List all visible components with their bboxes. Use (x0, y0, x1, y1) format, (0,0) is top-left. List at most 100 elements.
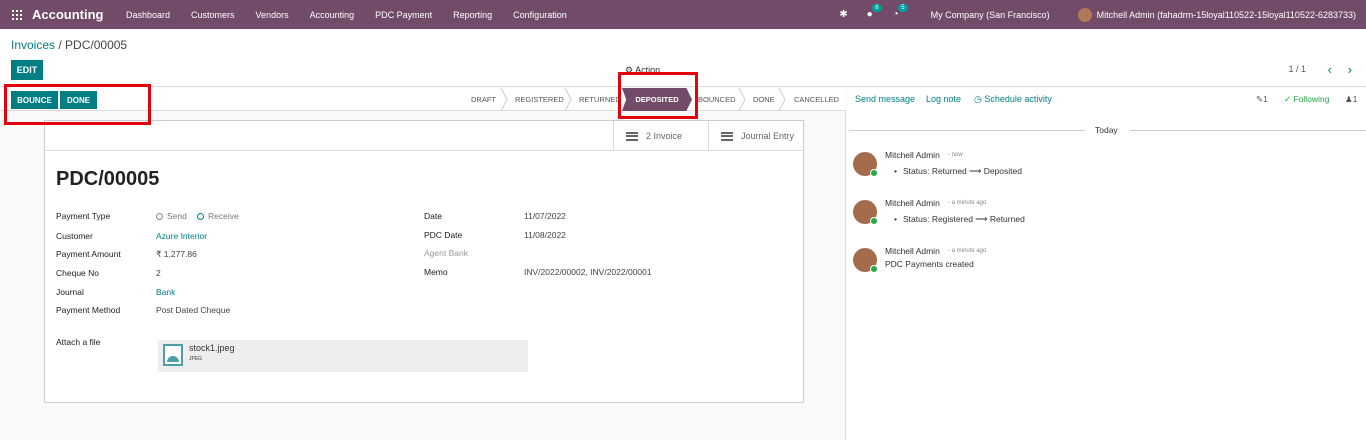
message-author[interactable]: Mitchell Admin (885, 246, 940, 256)
user-menu[interactable]: Mitchell Admin (fahadrm-15loyal110522-15… (1097, 10, 1356, 20)
breadcrumb: Invoices / PDC/00005 (11, 38, 127, 52)
stage-separator-icon (500, 88, 508, 111)
radio-send[interactable]: Send (156, 211, 187, 221)
divider-line (849, 130, 1085, 131)
pager-previous-icon[interactable]: ‹ (1328, 62, 1332, 77)
date-divider: Today (847, 125, 1366, 135)
cheque-no-value: 2 (156, 268, 161, 278)
form-view: BOUNCE DONE DRAFT REGISTERED RETURNED DE… (0, 72, 846, 440)
send-message-button[interactable]: Send message (855, 94, 915, 104)
online-status-icon (870, 217, 878, 225)
stage-separator-icon (778, 88, 786, 111)
stage-done[interactable]: DONE (753, 88, 775, 111)
user-avatar[interactable] (1077, 7, 1092, 22)
radio-send-label: Send (167, 211, 187, 221)
payment-type-label: Payment Type (56, 211, 111, 221)
author-avatar[interactable] (853, 200, 878, 225)
followers-count: 1 (1352, 94, 1358, 104)
top-navbar: Accounting Dashboard Customers Vendors A… (0, 0, 1366, 29)
message-author[interactable]: Mitchell Admin (885, 150, 940, 160)
list-icon (721, 131, 733, 141)
app-brand[interactable]: Accounting (32, 7, 104, 22)
attachment-filename[interactable]: stock1.jpeg (189, 343, 235, 353)
invoice-label: Invoice (653, 131, 683, 141)
radio-receive-label: Receive (208, 211, 239, 221)
apps-menu-icon[interactable] (12, 9, 22, 20)
stage-cancelled[interactable]: CANCELLED (794, 88, 839, 111)
menu-dashboard[interactable]: Dashboard (116, 10, 181, 20)
record-title: PDC/00005 (56, 168, 160, 190)
menu-customers[interactable]: Customers (181, 10, 246, 20)
pdc-date-label: PDC Date (424, 230, 463, 240)
attachment-type: JPEG (189, 356, 203, 362)
stage-bounced[interactable]: BOUNCED (698, 88, 736, 111)
journal-value[interactable]: Bank (156, 287, 175, 297)
radio-receive[interactable]: Receive (197, 211, 239, 221)
clock-icon: ◷ (974, 94, 985, 104)
author-avatar[interactable] (853, 152, 878, 177)
message-author[interactable]: Mitchell Admin (885, 198, 940, 208)
payment-method-label: Payment Method (56, 305, 121, 315)
memo-label: Memo (424, 267, 448, 277)
activities-icon[interactable]: ◔ 5 (891, 3, 908, 20)
following-label: Following (1293, 94, 1330, 104)
chatter-message: Mitchell Admin - now Status: Returned ⟶ … (847, 150, 1366, 190)
payment-amount-value: ₹ 1,277.86 (156, 249, 197, 259)
invoice-smart-button[interactable]: 2 Invoice (613, 121, 708, 151)
followers-counter[interactable]: ♟1 (1345, 94, 1357, 105)
attach-file-label: Attach a file (56, 337, 101, 347)
following-button[interactable]: ✓ Following (1284, 94, 1329, 105)
messages-icon[interactable]: ● 6 (865, 3, 882, 20)
debug-bug-icon[interactable]: ✱ (839, 9, 849, 20)
breadcrumb-separator: / (55, 38, 66, 52)
breadcrumb-invoices[interactable]: Invoices (11, 38, 55, 52)
journal-entry-smart-button[interactable]: Journal Entry (708, 121, 803, 151)
pager-next-icon[interactable]: › (1348, 62, 1352, 77)
menu-pdc-payment[interactable]: PDC Payment (365, 10, 443, 20)
person-icon: ♟ (1345, 94, 1353, 104)
edit-button[interactable]: EDIT (11, 60, 43, 80)
pager-value[interactable]: 1 / 1 (1288, 64, 1306, 74)
menu-configuration[interactable]: Configuration (503, 10, 578, 20)
online-status-icon (870, 265, 878, 273)
stage-separator-icon (738, 88, 746, 111)
pdc-date-value: 11/08/2022 (524, 230, 566, 240)
schedule-activity-label: Schedule activity (984, 94, 1052, 104)
schedule-activity-button[interactable]: ◷ Schedule activity (974, 94, 1052, 105)
online-status-icon (870, 169, 878, 177)
radio-send-icon[interactable] (156, 213, 163, 220)
menu-reporting[interactable]: Reporting (443, 10, 503, 20)
agent-bank-label: Agent Bank (424, 248, 468, 258)
image-file-icon (163, 344, 183, 366)
stage-registered[interactable]: REGISTERED (515, 88, 564, 111)
message-body: PDC Payments created (885, 259, 974, 269)
customer-label: Customer (56, 231, 93, 241)
log-note-button[interactable]: Log note (926, 94, 961, 104)
menu-accounting[interactable]: Accounting (299, 10, 365, 20)
breadcrumb-current: PDC/00005 (65, 38, 128, 52)
company-switcher[interactable]: My Company (San Francisco) (931, 10, 1050, 20)
author-avatar[interactable] (853, 248, 878, 273)
attachment-card[interactable]: stock1.jpeg JPEG (158, 340, 528, 372)
messages-badge: 6 (872, 3, 882, 12)
chatter-topbar: Send message Log note ◷ Schedule activit… (847, 88, 1366, 112)
date-value: 11/07/2022 (524, 211, 566, 221)
attachments-counter[interactable]: ✎1 (1256, 94, 1268, 105)
radio-receive-icon[interactable] (197, 213, 204, 220)
activities-badge: 5 (898, 3, 908, 12)
attachments-count: 1 (1263, 94, 1268, 104)
date-label: Date (424, 211, 442, 221)
payment-amount-label: Payment Amount (56, 249, 121, 259)
stage-draft[interactable]: DRAFT (471, 88, 496, 111)
customer-value[interactable]: Azure Interior (156, 231, 207, 241)
stage-returned[interactable]: RETURNED (579, 88, 621, 111)
highlight-box (4, 84, 151, 125)
message-time: - now (948, 152, 963, 158)
message-time: - a minute ago (948, 200, 987, 206)
message-body: Status: Returned ⟶ Deposited (894, 166, 1022, 177)
divider-line (1130, 130, 1366, 131)
smart-buttons: 2 Invoice Journal Entry (45, 121, 803, 151)
menu-vendors[interactable]: Vendors (245, 10, 299, 20)
invoice-count: 2 (646, 131, 652, 141)
journal-label: Journal (56, 287, 84, 297)
